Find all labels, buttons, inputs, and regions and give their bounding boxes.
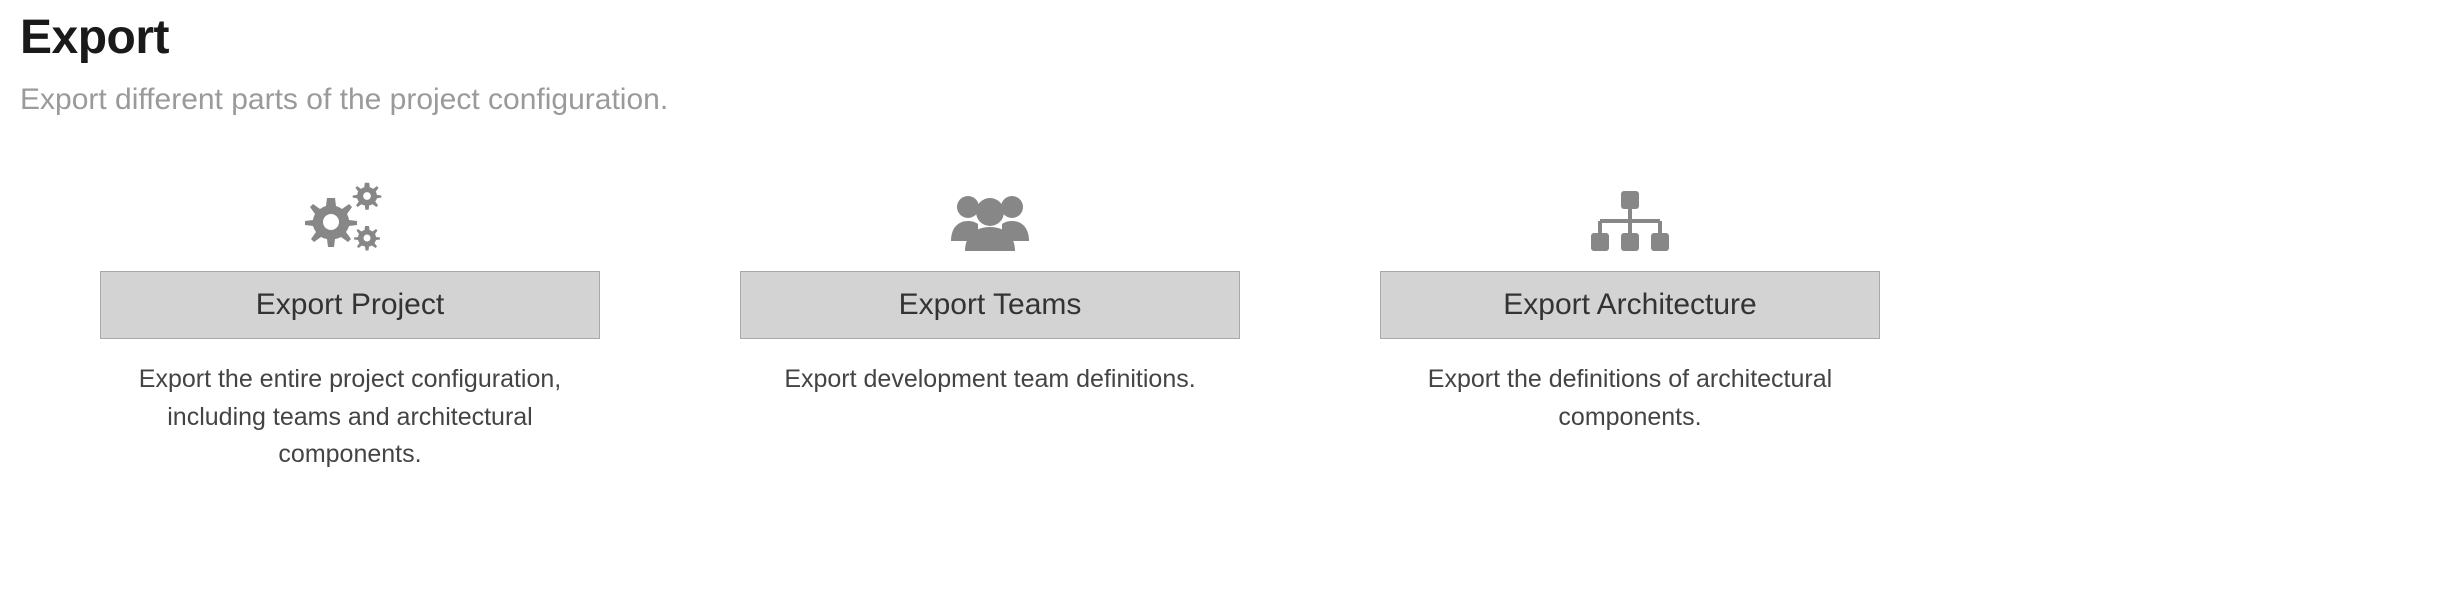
export-architecture-button[interactable]: Export Architecture [1380, 271, 1880, 339]
export-project-button[interactable]: Export Project [100, 271, 600, 339]
export-project-description: Export the entire project configuration,… [110, 361, 590, 474]
export-teams-button[interactable]: Export Teams [740, 271, 1240, 339]
page-title: Export [20, 10, 2442, 65]
sitemap-icon [1585, 177, 1675, 267]
export-teams-description: Export development team definitions. [784, 361, 1195, 399]
export-architecture-card: Export Architecture Export the definitio… [1380, 177, 1880, 474]
export-teams-card: Export Teams Export development team def… [740, 177, 1240, 474]
export-project-card: Export Project Export the entire project… [100, 177, 600, 474]
gears-icon [303, 177, 398, 267]
users-icon [945, 177, 1035, 267]
export-architecture-description: Export the definitions of architectural … [1390, 361, 1870, 436]
export-card-row: Export Project Export the entire project… [20, 177, 2442, 474]
page-subtitle: Export different parts of the project co… [20, 83, 2442, 117]
